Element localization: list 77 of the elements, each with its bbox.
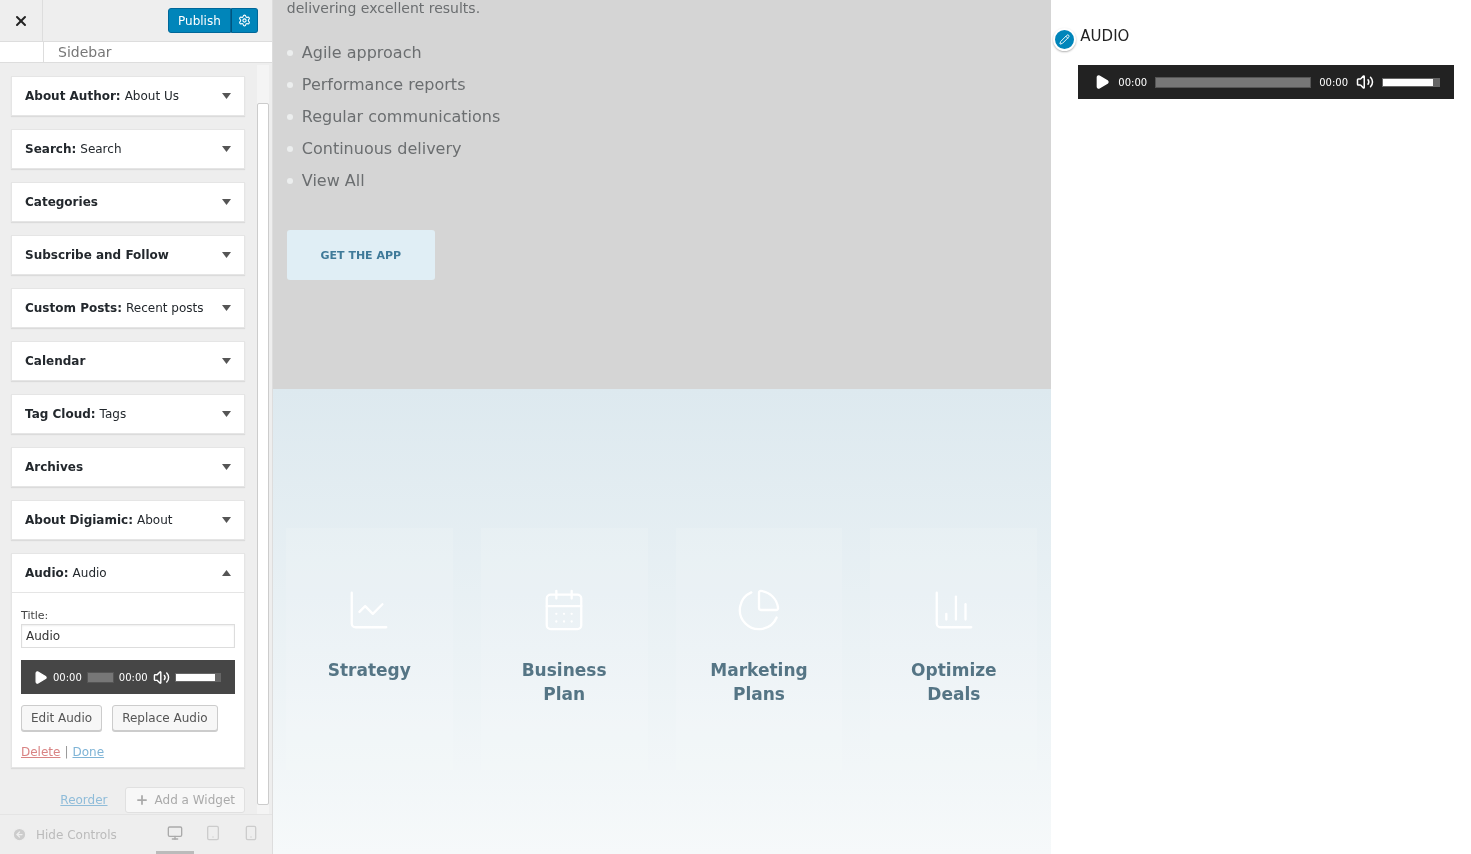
widget-header[interactable]: Calendar: [12, 342, 244, 380]
current-time: 00:00: [1118, 76, 1148, 88]
volume-slider[interactable]: [174, 672, 221, 682]
widget-header[interactable]: Categories: [12, 183, 244, 221]
list-item: Regular communications: [301, 106, 501, 128]
current-time: 00:00: [53, 671, 82, 683]
caret-up-icon[interactable]: [222, 570, 231, 576]
scrollbar[interactable]: [256, 65, 269, 814]
feature-title: Business Plan: [520, 659, 608, 706]
caret-down-icon[interactable]: [222, 305, 231, 311]
caret-down-icon[interactable]: [222, 464, 231, 470]
play-icon[interactable]: [1094, 74, 1111, 90]
widget-title: About Digiamic: About: [25, 513, 173, 527]
widget-title: Audio: Audio: [25, 566, 107, 580]
publish-button[interactable]: Publish: [168, 8, 231, 33]
audio-player[interactable]: 00:00 00:00: [21, 660, 235, 694]
get-app-button[interactable]: GET THE APP: [286, 230, 435, 280]
bullet-icon: [286, 82, 293, 88]
widget-header[interactable]: Archives: [12, 448, 244, 486]
volume-icon[interactable]: [152, 668, 170, 686]
caret-down-icon[interactable]: [222, 517, 231, 523]
tablet-icon: [204, 825, 221, 841]
widget-title: Archives: [25, 460, 84, 474]
caret-down-icon[interactable]: [222, 93, 231, 99]
volume-slider[interactable]: [1382, 77, 1440, 87]
widget-title: Subscribe and Follow: [25, 248, 169, 262]
audio-title: AUDIO: [1080, 26, 1130, 45]
list-item: Performance reports: [301, 74, 466, 96]
caret-down-icon[interactable]: [222, 358, 231, 364]
settings-button[interactable]: [230, 8, 258, 33]
arrow-left-icon: [12, 827, 27, 842]
widget-title: Tag Cloud: Tags: [25, 407, 127, 421]
separator: |: [64, 745, 69, 759]
duration-time: 00:00: [1319, 76, 1348, 88]
bullet-icon: [286, 146, 293, 152]
widget-header[interactable]: Subscribe and Follow: [12, 236, 244, 274]
bullet-icon: [286, 178, 293, 184]
gear-icon: [237, 14, 251, 27]
list-item: Agile approach: [301, 42, 422, 64]
bullet-icon: [286, 114, 293, 120]
widget-title: Categories: [25, 195, 98, 209]
widget-title: Calendar: [25, 354, 86, 368]
progress-track[interactable]: [1155, 76, 1312, 88]
widget-header[interactable]: Audio: Audio: [12, 554, 244, 593]
feature-title: Marketing Plans: [709, 659, 809, 706]
intro-text: delivering excellent results.: [286, 0, 482, 16]
section-title: Sidebar: [57, 43, 112, 62]
edit-button[interactable]: [1053, 28, 1077, 51]
feature-title: Strategy: [326, 659, 412, 682]
widget-title: Search: Search: [25, 142, 122, 156]
field-label: Title:: [21, 609, 50, 622]
action-button[interactable]: Edit Audio: [21, 705, 103, 731]
action-button[interactable]: Replace Audio: [112, 705, 218, 731]
desktop-icon: [166, 825, 183, 841]
caret-down-icon[interactable]: [222, 199, 231, 205]
volume-icon[interactable]: [1356, 73, 1374, 91]
widget-header[interactable]: Search: Search: [12, 130, 244, 168]
list-item: Continuous delivery: [301, 138, 462, 160]
caret-down-icon[interactable]: [222, 411, 231, 417]
progress-track[interactable]: [86, 671, 114, 683]
feature-title: Optimize Deals: [910, 659, 998, 706]
plus-icon: [134, 793, 149, 807]
widget-header[interactable]: Custom Posts: Recent posts: [12, 289, 244, 327]
caret-down-icon[interactable]: [222, 252, 231, 258]
widget-title: About Author: About Us: [25, 89, 179, 103]
widget-header[interactable]: About Digiamic: About: [12, 501, 244, 539]
duration-time: 00:00: [118, 671, 148, 683]
caret-down-icon[interactable]: [222, 146, 231, 152]
bullet-icon: [286, 50, 293, 56]
widget-header[interactable]: About Author: About Us: [12, 77, 244, 115]
audio-player[interactable]: 00:00 00:00: [1078, 65, 1454, 99]
widget-title: Custom Posts: Recent posts: [25, 301, 204, 315]
list-item: View All: [301, 170, 365, 192]
play-icon[interactable]: [33, 669, 48, 685]
widget-header[interactable]: Tag Cloud: Tags: [12, 395, 244, 433]
title-input[interactable]: Audio: [21, 624, 235, 648]
pencil-icon: [1059, 34, 1071, 45]
